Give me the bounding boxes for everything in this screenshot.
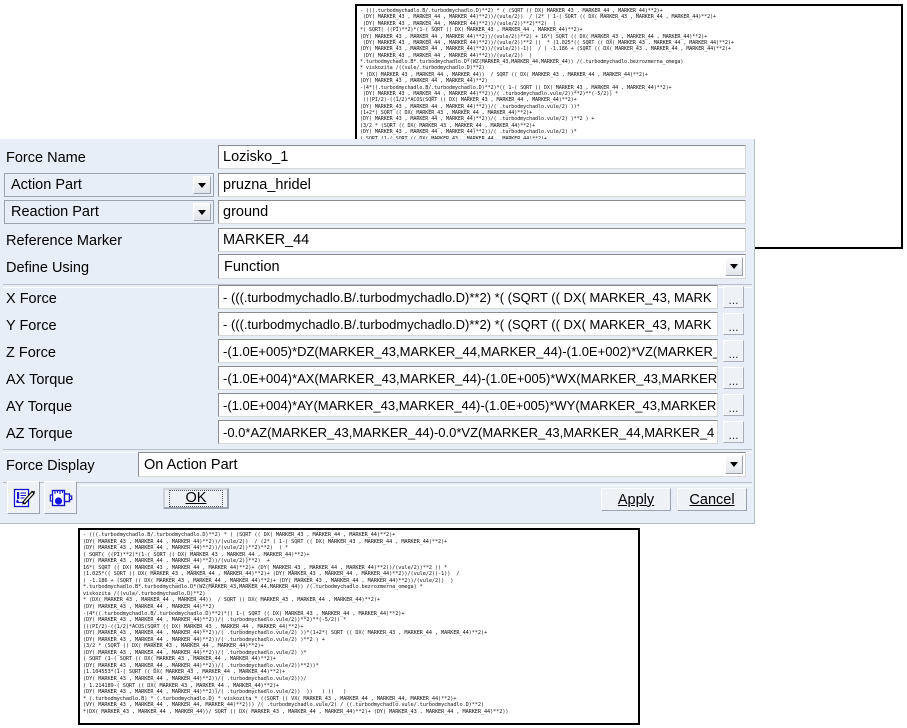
input-action-part[interactable]: pruzna_hridel xyxy=(218,173,746,197)
apply-button[interactable]: Apply xyxy=(601,488,671,511)
input-ax-torque[interactable]: -(1.0E+004)*AX(MARKER_43,MARKER_44)-(1.0… xyxy=(218,366,718,390)
cancel-button-label: Cancel xyxy=(689,491,735,508)
ok-button-label: OK xyxy=(168,490,224,507)
divider-above-actions xyxy=(3,482,752,486)
chevron-down-icon[interactable] xyxy=(193,176,211,194)
ellipsis-icon: ... xyxy=(728,401,739,415)
browse-ax-torque-button[interactable]: ... xyxy=(723,367,744,389)
input-reference-marker[interactable]: MARKER_44 xyxy=(218,228,746,252)
formula-text-bottom: - (((.turbodmychadlo.B/.turbodmychadlo.D… xyxy=(83,532,509,715)
browse-z-force-button[interactable]: ... xyxy=(723,340,744,362)
ellipsis-icon: ... xyxy=(728,347,739,361)
ellipsis-icon: ... xyxy=(728,293,739,307)
label-x-force: X Force xyxy=(6,291,57,307)
force-editor-dialog: Force Name Lozisko_1 Action Part pruzna_… xyxy=(0,139,755,524)
measure-device-button[interactable] xyxy=(44,481,77,514)
label-define-using: Define Using xyxy=(6,260,90,276)
ellipsis-icon: ... xyxy=(728,428,739,442)
label-force-name: Force Name xyxy=(6,150,86,166)
chevron-down-icon[interactable] xyxy=(725,455,743,474)
edit-note-button[interactable] xyxy=(7,481,40,514)
input-reaction-part[interactable]: ground xyxy=(218,200,746,224)
formula-callout-bottom: - (((.turbodmychadlo.B/.turbodmychadlo.D… xyxy=(78,528,640,725)
chevron-down-icon[interactable] xyxy=(193,203,211,221)
label-force-display: Force Display xyxy=(6,458,95,474)
combo-force-display-value: On Action Part xyxy=(144,456,238,473)
input-ay-torque[interactable]: -(1.0E+004)*AY(MARKER_43,MARKER_44)-(1.0… xyxy=(218,393,718,417)
combo-action-part-label: Action Part xyxy=(11,177,82,193)
label-ay-torque: AY Torque xyxy=(6,399,73,415)
ellipsis-icon: ... xyxy=(728,320,739,334)
combo-force-display[interactable]: On Action Part xyxy=(138,452,746,477)
browse-ay-torque-button[interactable]: ... xyxy=(723,394,744,416)
combo-action-part[interactable]: Action Part xyxy=(4,173,214,197)
ellipsis-icon: ... xyxy=(728,374,739,388)
label-reference-marker: Reference Marker xyxy=(6,233,123,249)
ok-button[interactable]: OK xyxy=(163,488,229,509)
input-az-torque[interactable]: -0.0*AZ(MARKER_43,MARKER_44)-0.0*VZ(MARK… xyxy=(218,420,718,444)
input-z-force[interactable]: -(1.0E+005)*DZ(MARKER_43,MARKER_44,MARKE… xyxy=(218,339,718,363)
combo-reaction-part[interactable]: Reaction Part xyxy=(4,200,214,224)
browse-az-torque-button[interactable]: ... xyxy=(723,421,744,443)
combo-reaction-part-label: Reaction Part xyxy=(11,204,99,220)
measure-device-icon xyxy=(49,489,72,506)
combo-define-using[interactable]: Function xyxy=(218,254,746,279)
label-y-force: Y Force xyxy=(6,318,57,334)
label-az-torque: AZ Torque xyxy=(6,426,73,442)
chevron-down-icon[interactable] xyxy=(725,257,743,276)
combo-define-using-value: Function xyxy=(224,258,280,275)
input-x-force[interactable]: - (((.turbodmychadlo.B/.turbodmychadlo.D… xyxy=(218,285,718,309)
input-y-force[interactable]: - (((.turbodmychadlo.B/.turbodmychadlo.D… xyxy=(218,312,718,336)
apply-button-label: Apply xyxy=(617,491,655,508)
cancel-button[interactable]: Cancel xyxy=(677,488,747,511)
browse-x-force-button[interactable]: ... xyxy=(723,286,744,308)
label-ax-torque: AX Torque xyxy=(6,372,74,388)
edit-note-icon xyxy=(13,488,35,507)
input-force-name[interactable]: Lozisko_1 xyxy=(218,145,746,169)
label-z-force: Z Force xyxy=(6,345,56,361)
browse-y-force-button[interactable]: ... xyxy=(723,313,744,335)
